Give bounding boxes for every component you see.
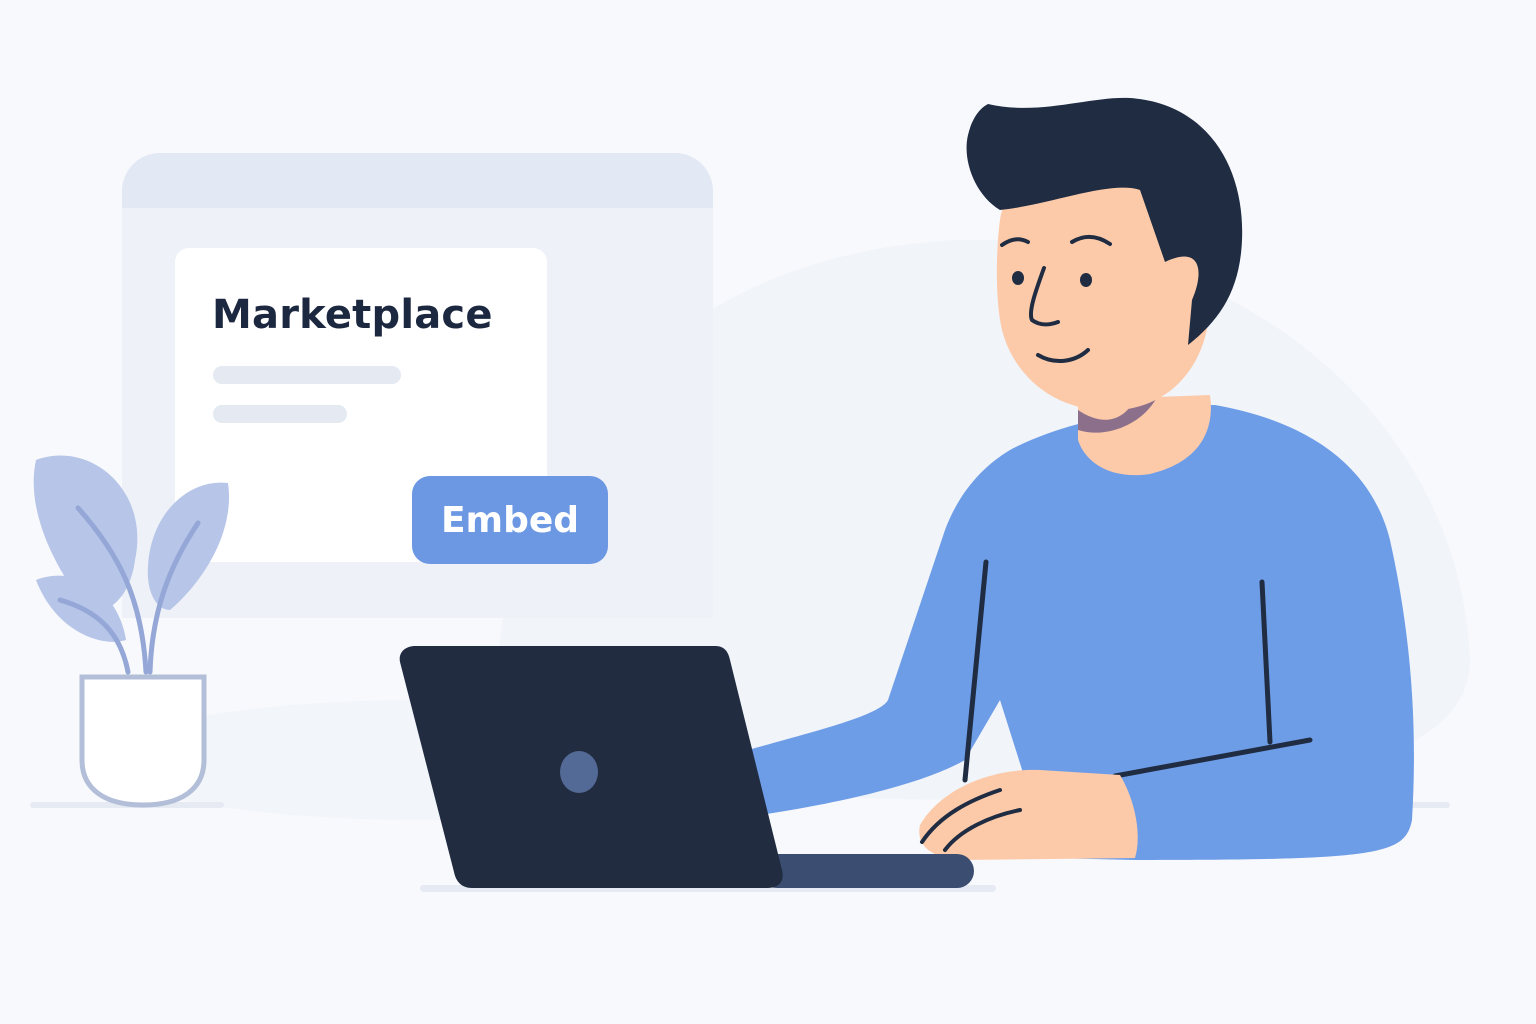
text-line-1 [213,366,401,384]
embed-button[interactable]: Embed [412,476,608,564]
plant-pot [79,674,207,808]
text-line-2 [213,405,347,423]
potted-plant-icon [33,455,230,808]
laptop-base [760,854,974,888]
scene-artwork [30,97,1471,892]
illustration-scene: Marketplace Embed [0,0,1536,1024]
page-title: Marketplace [212,292,493,338]
laptop-logo [560,751,598,793]
